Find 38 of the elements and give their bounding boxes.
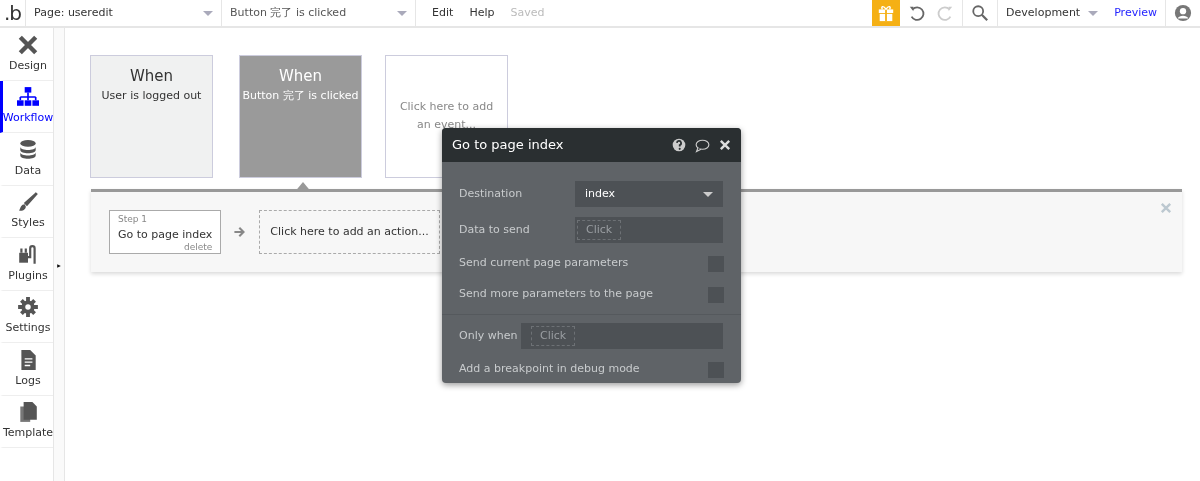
comment-icon[interactable]	[694, 137, 711, 153]
field-label: Add a breakpoint in debug mode	[459, 361, 641, 378]
workflow-icon	[17, 86, 39, 108]
field-label: Send current page parameters	[459, 255, 630, 272]
sidebar-item[interactable]: Design	[0, 28, 53, 81]
sidebar-item[interactable]: Data	[0, 133, 53, 186]
app-logo[interactable]: .b	[4, 0, 22, 28]
preview-link[interactable]: Preview	[1114, 4, 1157, 22]
documents-icon	[17, 401, 39, 423]
field-label: Data to send	[459, 221, 531, 238]
sidebar-item[interactable]: Template	[0, 395, 53, 448]
menu-item[interactable]: Help	[469, 4, 495, 22]
gear-icon	[17, 296, 39, 318]
environment-dropdown[interactable]: Development	[998, 0, 1107, 26]
page-dropdown[interactable]: Page: useredit	[26, 0, 223, 26]
field-label: Send more parameters to the page	[459, 286, 655, 303]
expand-arrow-icon[interactable]	[56, 262, 62, 270]
plug-icon	[17, 243, 39, 266]
sidebar-item[interactable]: Styles	[0, 185, 53, 238]
avatar-icon[interactable]	[1174, 4, 1192, 22]
search-icon[interactable]	[971, 4, 990, 22]
database-icon	[17, 138, 39, 161]
delete-link[interactable]: delete	[184, 243, 213, 252]
help-icon[interactable]	[672, 138, 686, 152]
sidebar-item[interactable]: Settings	[0, 290, 53, 343]
add-action-box[interactable]: Click here to add an action...	[259, 210, 440, 254]
field-label: Destination	[459, 185, 524, 202]
undo-icon[interactable]	[908, 4, 927, 22]
event-card[interactable]: When User is logged out	[90, 55, 213, 178]
save-status: Saved	[510, 4, 545, 21]
step-card[interactable]: Step 1 Go to page index delete	[109, 210, 222, 254]
close-icon[interactable]	[719, 139, 731, 151]
field-label: Only when	[459, 327, 519, 344]
menu-item[interactable]: Edit	[432, 4, 454, 22]
sidebar-item[interactable]: Logs	[0, 343, 53, 396]
event-dropdown[interactable]: Button 完了 is clicked	[222, 0, 417, 26]
destination-dropdown[interactable]: index	[575, 181, 723, 207]
brush-icon	[17, 191, 39, 213]
